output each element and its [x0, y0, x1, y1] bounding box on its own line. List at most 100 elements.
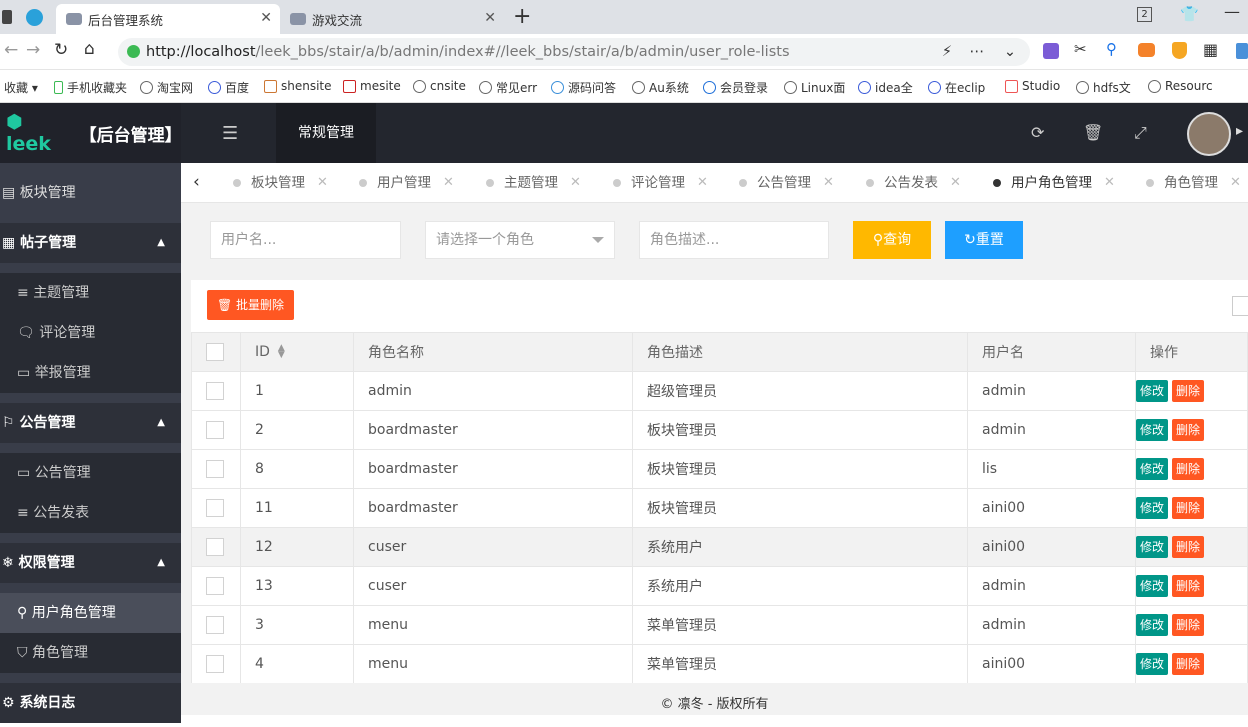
page-tab-comments[interactable]: 评论管理 ✕	[613, 163, 708, 203]
edit-button[interactable]: 修改	[1136, 419, 1169, 441]
delete-button[interactable]: 删除	[1172, 653, 1205, 675]
bookmark-item[interactable]: 会员登录	[703, 79, 768, 96]
fullscreen-icon[interactable]: ⤢	[1134, 123, 1147, 143]
edit-button[interactable]: 修改	[1136, 458, 1169, 480]
back-icon[interactable]: ←	[4, 40, 18, 60]
row-checkbox[interactable]	[206, 538, 224, 556]
trash-icon[interactable]: 🗑	[1083, 123, 1103, 142]
delete-button[interactable]: 删除	[1172, 458, 1205, 480]
bookmark-item[interactable]: cnsite	[413, 79, 466, 93]
bookmark-item[interactable]: Au系统	[632, 79, 689, 96]
refresh-icon[interactable]: ⟳	[1031, 123, 1044, 142]
user-menu-icon[interactable]: ▸	[1236, 123, 1243, 139]
telegram-icon[interactable]	[26, 9, 43, 26]
close-icon[interactable]: ✕	[570, 163, 581, 203]
sidebar-group-permissions[interactable]: ❄ 权限管理 ▲	[0, 543, 181, 583]
edit-button[interactable]: 修改	[1136, 575, 1169, 597]
bookmark-item[interactable]: 常见err	[479, 79, 537, 96]
column-header-id[interactable]: ID ▲ ▼	[240, 332, 354, 372]
bookmark-item[interactable]: shensite	[264, 79, 332, 93]
browser-tab-admin[interactable]: 后台管理系统 ✕	[56, 4, 280, 34]
delete-button[interactable]: 删除	[1172, 497, 1205, 519]
minimize-icon[interactable]: —	[1224, 2, 1240, 21]
reset-button[interactable]: ↻重置	[945, 221, 1023, 259]
close-icon[interactable]: ✕	[1104, 163, 1115, 203]
lightning-icon[interactable]: ⚡	[942, 38, 952, 66]
sort-icon[interactable]: ▲ ▼	[278, 344, 285, 360]
sidebar-item-comments[interactable]: 🗨 评论管理	[0, 313, 181, 353]
sidebar-group-posts[interactable]: ▦ 帖子管理 ▲	[0, 223, 181, 263]
bookmark-item[interactable]: idea全	[858, 79, 913, 96]
extension-icon[interactable]	[1236, 43, 1248, 59]
bookmark-item[interactable]: 源码问答	[551, 79, 616, 96]
row-checkbox[interactable]	[206, 421, 224, 439]
sidebar-item-notice-publish[interactable]: ≡ 公告发表	[0, 493, 181, 533]
bookmark-item[interactable]: 淘宝网	[140, 79, 193, 96]
bookmark-item[interactable]: hdfs文	[1076, 79, 1131, 96]
chevron-left-icon[interactable]: ‹	[193, 172, 200, 192]
tab-count-icon[interactable]: 2	[1137, 7, 1152, 22]
page-tab-roles[interactable]: 角色管理 ✕	[1146, 163, 1241, 203]
close-tab-icon[interactable]: ✕	[260, 10, 272, 26]
bookmark-item[interactable]: Linux面	[784, 79, 845, 96]
close-tab-icon[interactable]: ✕	[484, 10, 496, 26]
sidebar-item-user-roles[interactable]: ⚲ 用户角色管理	[0, 593, 181, 633]
row-checkbox[interactable]	[206, 499, 224, 517]
apps-icon[interactable]: ▦	[1203, 40, 1218, 59]
bookmark-item[interactable]: Resourc	[1148, 79, 1213, 93]
bookmark-item[interactable]: 百度	[208, 79, 249, 96]
delete-button[interactable]: 删除	[1172, 536, 1205, 558]
close-icon[interactable]: ✕	[443, 163, 454, 203]
delete-button[interactable]: 删除	[1172, 614, 1205, 636]
delete-button[interactable]: 删除	[1172, 575, 1205, 597]
sidebar-item-reports[interactable]: ▭ 举报管理	[0, 353, 181, 393]
close-icon[interactable]: ✕	[823, 163, 834, 203]
close-icon[interactable]: ✕	[317, 163, 328, 203]
select-all-checkbox[interactable]	[206, 343, 224, 361]
page-tab-topics[interactable]: 主题管理 ✕	[486, 163, 581, 203]
translate-icon[interactable]	[1043, 43, 1059, 59]
page-tab-boards[interactable]: 板块管理 ✕	[233, 163, 328, 203]
shield-ext-icon[interactable]	[1172, 42, 1187, 59]
bookmark-item[interactable]: Studio	[1005, 79, 1060, 93]
game-icon[interactable]	[1138, 43, 1155, 57]
columns-toolbar-icon[interactable]	[1232, 296, 1248, 316]
close-icon[interactable]: ✕	[950, 163, 961, 203]
sidebar-item-notice-manage[interactable]: ▭ 公告管理	[0, 453, 181, 493]
page-tab-user-roles[interactable]: 用户角色管理 ✕	[993, 163, 1115, 203]
scissors-icon[interactable]: ✂	[1074, 40, 1087, 58]
browser-tab-game[interactable]: 游戏交流 ✕	[280, 4, 504, 34]
username-input[interactable]: 用户名...	[210, 221, 401, 259]
reload-icon[interactable]: ↻	[54, 40, 68, 60]
edit-button[interactable]: 修改	[1136, 614, 1169, 636]
edit-button[interactable]: 修改	[1136, 497, 1169, 519]
close-icon[interactable]: ✕	[697, 163, 708, 203]
chevron-down-icon[interactable]: ⌄	[1004, 38, 1016, 66]
nav-tab-general[interactable]: 常规管理	[276, 103, 376, 163]
page-tab-notice-publish[interactable]: 公告发表 ✕	[866, 163, 961, 203]
browser-app-icon[interactable]	[2, 10, 12, 24]
edit-button[interactable]: 修改	[1136, 380, 1169, 402]
more-icon[interactable]: ⋯	[970, 38, 985, 66]
edit-button[interactable]: 修改	[1136, 536, 1169, 558]
sidebar-item-boards[interactable]: ▤ 板块管理	[0, 173, 181, 213]
bookmark-item[interactable]: 手机收藏夹	[54, 79, 127, 96]
bookmark-item[interactable]: mesite	[343, 79, 401, 93]
page-tab-users[interactable]: 用户管理 ✕	[359, 163, 454, 203]
sidebar-item-roles[interactable]: ⛉ 角色管理	[0, 633, 181, 673]
row-checkbox[interactable]	[206, 577, 224, 595]
shirt-icon[interactable]: 👕	[1180, 5, 1199, 23]
query-button[interactable]: ⚲查询	[853, 221, 931, 259]
sidebar-item-topics[interactable]: ≡ 主题管理	[0, 273, 181, 313]
new-tab-button[interactable]: +	[513, 4, 531, 29]
sidebar-group-notices[interactable]: ⚐ 公告管理 ▲	[0, 403, 181, 443]
close-icon[interactable]: ✕	[1230, 163, 1241, 203]
search-icon[interactable]: ⚲	[1106, 40, 1117, 58]
row-checkbox[interactable]	[206, 655, 224, 673]
home-icon[interactable]: ⌂	[84, 39, 95, 59]
page-tab-notices[interactable]: 公告管理 ✕	[739, 163, 834, 203]
bookmark-item[interactable]: 在eclip	[928, 79, 985, 96]
row-checkbox[interactable]	[206, 616, 224, 634]
batch-delete-button[interactable]: 🗑 批量删除	[207, 290, 294, 320]
row-checkbox[interactable]	[206, 460, 224, 478]
